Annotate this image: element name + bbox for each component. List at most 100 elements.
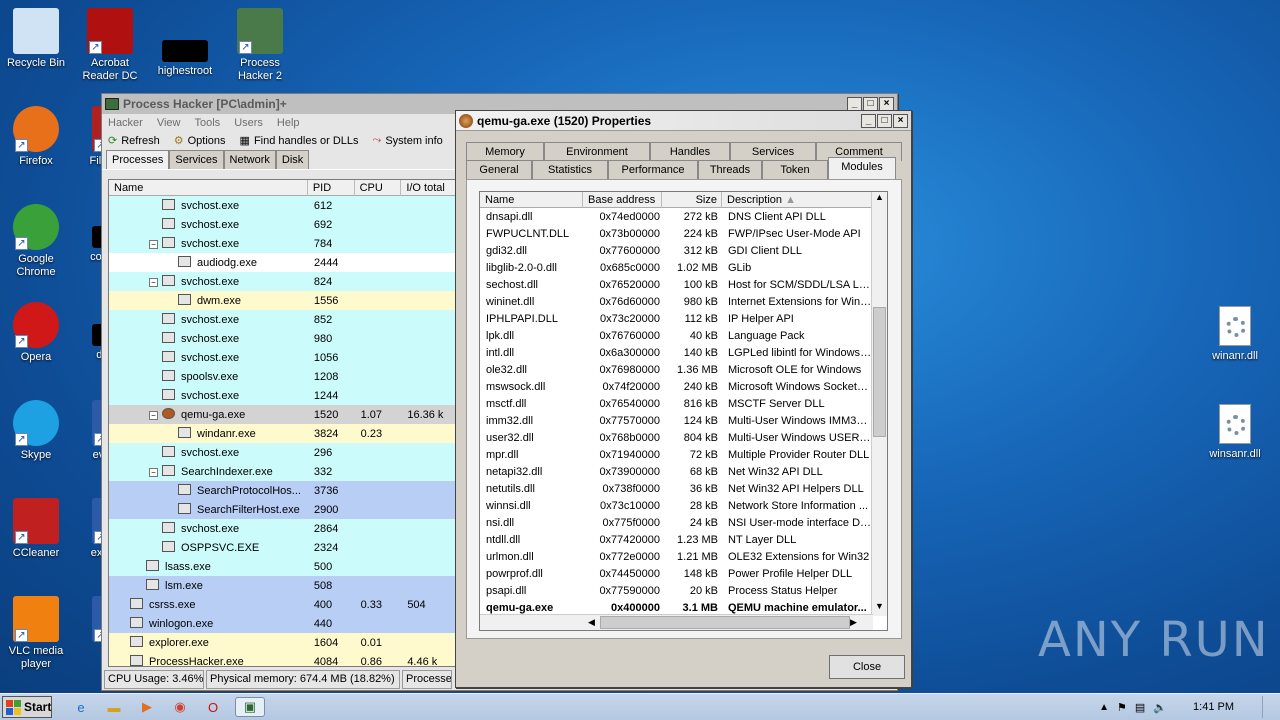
process-hacker-taskbar-icon[interactable]: ▣ [235,697,265,717]
menu-users[interactable]: Users [234,117,263,129]
module-row[interactable]: gdi32.dll 0x77600000 312 kB GDI Client DLL [480,242,887,259]
collapse-icon[interactable]: − [149,411,158,420]
volume-icon[interactable]: 🔈 [1153,701,1167,714]
module-row[interactable]: dnsapi.dll 0x74ed0000 272 kB DNS Client API… [480,208,887,225]
options-button[interactable]: ⚙ Options [174,134,226,148]
desktop-icon[interactable]: ↗ Acrobat Reader DC [74,8,146,83]
close-dialog-button[interactable]: Close [829,655,905,679]
menu-help[interactable]: Help [277,117,300,129]
module-row[interactable]: winnsi.dll 0x73c10000 28 kB Network Store I… [480,497,887,514]
tab-threads[interactable]: Threads [698,160,762,180]
minimize-button[interactable]: _ [847,97,862,111]
col-name[interactable]: Name [109,180,308,196]
module-row[interactable]: mpr.dll 0x71940000 72 kB Multiple Provider … [480,446,887,463]
tab-processes[interactable]: Processes [106,150,170,169]
tab-modules[interactable]: Modules [828,157,896,180]
process-row[interactable]: windanr.exe 3824 0.23 [109,424,457,443]
vertical-scrollbar[interactable]: ▲ ▼ [871,192,887,616]
process-row[interactable]: svchost.exe 692 [109,215,457,234]
col-io[interactable]: I/O total [401,180,457,196]
maximize-button[interactable]: □ [877,113,892,128]
module-row[interactable]: FWPUCLNT.DLL 0x73b00000 224 kB FWP/IPsec Us… [480,225,887,242]
explorer-taskbar-icon[interactable]: ▬ [103,697,125,717]
process-row[interactable]: svchost.exe 296 [109,443,457,462]
refresh-button[interactable]: ⟳ Refresh [108,134,160,148]
horizontal-scrollbar[interactable]: ◀ ▶ [480,614,873,630]
scroll-up-icon[interactable]: ▲ [872,192,887,207]
menu-hacker[interactable]: Hacker [108,117,143,129]
process-row[interactable]: dwm.exe 1556 [109,291,457,310]
tab-general[interactable]: General [466,160,532,180]
close-button[interactable]: × [893,113,908,128]
process-row[interactable]: svchost.exe 2864 [109,519,457,538]
properties-title-bar[interactable]: qemu-ga.exe (1520) Properties _ □ × [456,111,911,131]
menu-tools[interactable]: Tools [195,117,221,129]
scroll-thumb[interactable] [873,307,886,437]
scroll-right-icon[interactable]: ▶ [846,615,861,630]
process-row[interactable]: SearchProtocolHos... 3736 [109,481,457,500]
system-info-button[interactable]: ⤳ System info [373,134,443,147]
module-row[interactable]: mswsock.dll 0x74f20000 240 kB Microsoft Win… [480,378,887,395]
process-row[interactable]: svchost.exe 980 [109,329,457,348]
process-row[interactable]: spoolsv.exe 1208 [109,367,457,386]
module-row[interactable]: powrprof.dll 0x74450000 148 kB Power Profil… [480,565,887,582]
process-row[interactable]: csrss.exe 400 0.33 504 [109,595,457,614]
ie-taskbar-icon[interactable]: e [70,697,92,717]
col-cpu[interactable]: CPU [355,180,402,196]
process-row[interactable]: lsass.exe 500 [109,557,457,576]
module-row[interactable]: sechost.dll 0x76520000 100 kB Host for SCM/… [480,276,887,293]
module-row[interactable]: msctf.dll 0x76540000 816 kB MSCTF Server DL… [480,395,887,412]
module-row[interactable]: user32.dll 0x768b0000 804 kB Multi-User Win… [480,429,887,446]
module-row[interactable]: imm32.dll 0x77570000 124 kB Multi-User Wind… [480,412,887,429]
module-row[interactable]: netapi32.dll 0x73900000 68 kB Net Win32 API… [480,463,887,480]
module-row[interactable]: netutils.dll 0x738f0000 36 kB Net Win32 API… [480,480,887,497]
col-pid[interactable]: PID [308,180,355,196]
col-size[interactable]: Size [662,192,722,208]
process-row[interactable]: lsm.exe 508 [109,576,457,595]
col-description[interactable]: Description ▲ [722,192,872,208]
process-row[interactable]: − svchost.exe 824 [109,272,457,291]
scroll-down-icon[interactable]: ▼ [872,601,887,616]
col-base-address[interactable]: Base address [583,192,662,208]
process-row[interactable]: − SearchIndexer.exe 332 [109,462,457,481]
close-button[interactable]: × [879,97,894,111]
module-row[interactable]: nsi.dll 0x775f0000 24 kB NSI User-mode inte… [480,514,887,531]
tab-services[interactable]: Services [169,150,224,169]
module-row[interactable]: urlmon.dll 0x772e0000 1.21 MB OLE32 Extensi… [480,548,887,565]
module-row[interactable]: lpk.dll 0x76760000 40 kB Language Pack [480,327,887,344]
module-row[interactable]: wininet.dll 0x76d60000 980 kB Internet Exte… [480,293,887,310]
scroll-h-thumb[interactable] [600,616,850,629]
col-module-name[interactable]: Name [480,192,583,208]
tab-memory[interactable]: Memory [466,142,544,161]
collapse-icon[interactable]: − [149,468,158,477]
modules-list[interactable]: Name Base address Size Description ▲ dns… [479,191,888,631]
module-row[interactable]: ntdll.dll 0x77420000 1.23 MB NT Layer DLL [480,531,887,548]
opera-taskbar-icon[interactable]: O [202,697,224,717]
process-row[interactable]: svchost.exe 1244 [109,386,457,405]
process-tree[interactable]: Name PID CPU I/O total svchost.exe 612 svc… [108,179,458,667]
start-button[interactable]: Start [2,696,52,718]
flag-icon[interactable]: ⚑ [1117,701,1127,714]
tab-performance[interactable]: Performance [608,160,698,180]
process-row[interactable]: SearchFilterHost.exe 2900 [109,500,457,519]
module-row[interactable]: libglib-2.0-0.dll 0x685c0000 1.02 MB GLib [480,259,887,276]
collapse-icon[interactable]: − [149,278,158,287]
maximize-button[interactable]: □ [863,97,878,111]
clock[interactable]: 1:41 PM [1193,701,1234,713]
module-row[interactable]: intl.dll 0x6a300000 140 kB LGPLed libintl f… [480,344,887,361]
find-handles-button[interactable]: ▦ Find handles or DLLs [240,134,359,148]
collapse-icon[interactable]: − [149,240,158,249]
tab-disk[interactable]: Disk [275,150,310,169]
desktop-icon-winsanr[interactable]: winsanr.dll [1200,404,1270,460]
chrome-taskbar-icon[interactable]: ◉ [169,697,191,717]
tab-statistics[interactable]: Statistics [532,160,608,180]
desktop-icon-winanr[interactable]: winanr.dll [1200,306,1270,362]
process-row[interactable]: svchost.exe 612 [109,196,457,215]
process-row[interactable]: OSPPSVC.EXE 2324 [109,538,457,557]
module-row[interactable]: IPHLPAPI.DLL 0x73c20000 112 kB IP Helper AP… [480,310,887,327]
menu-view[interactable]: View [157,117,181,129]
process-row[interactable]: svchost.exe 1056 [109,348,457,367]
show-hidden-icons-icon[interactable]: ▲ [1099,702,1109,713]
desktop-icon[interactable]: Recycle Bin [0,8,72,70]
network-icon[interactable]: ▤ [1135,701,1145,714]
